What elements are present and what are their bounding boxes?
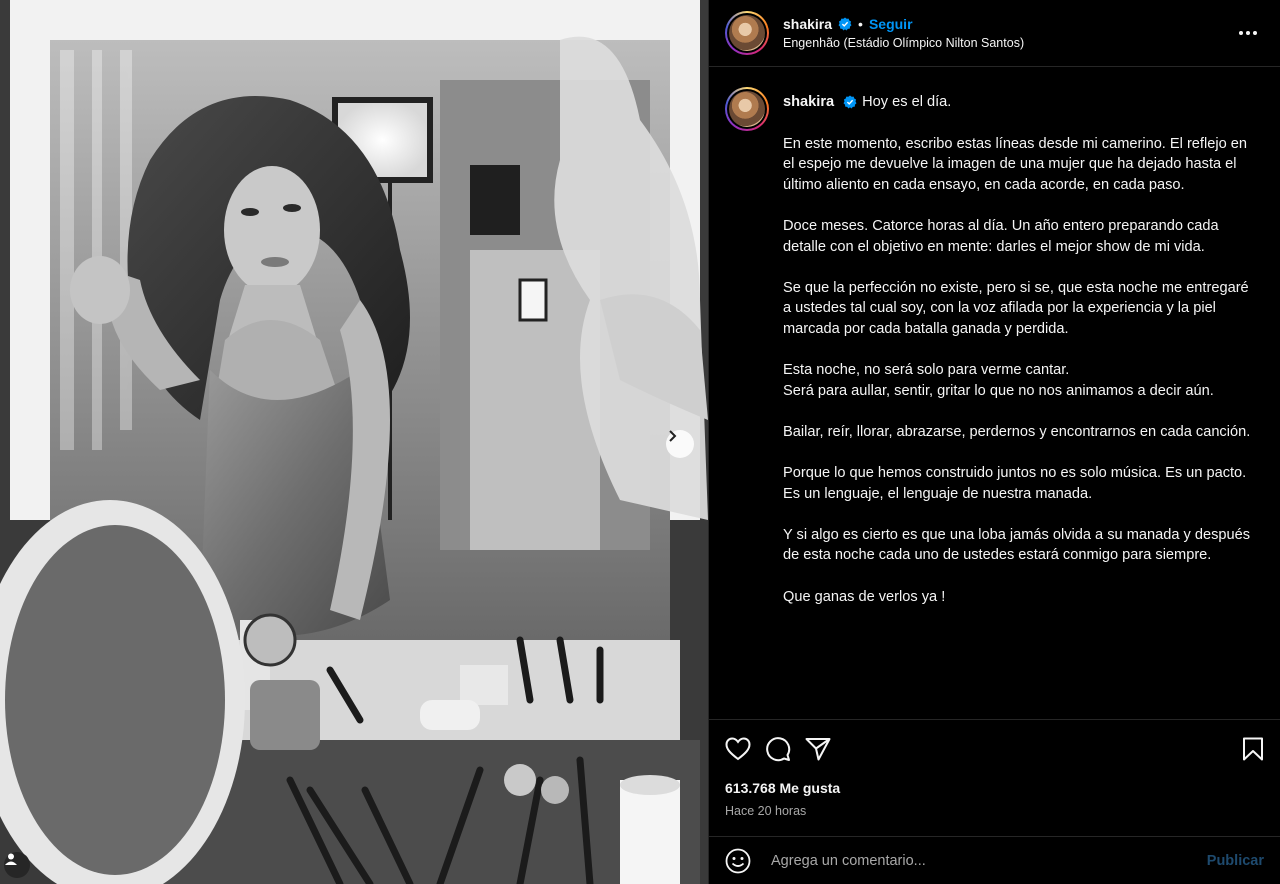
more-horizontal-icon bbox=[1239, 31, 1257, 35]
share-button[interactable] bbox=[805, 729, 845, 769]
user-icon bbox=[5, 853, 17, 865]
separator-dot: • bbox=[858, 16, 863, 32]
comment-icon bbox=[766, 737, 791, 762]
emoji-button[interactable] bbox=[725, 848, 757, 874]
caption-paragraph: Bailar, reír, llorar, abrazarse, perdern… bbox=[783, 423, 1251, 440]
publish-button[interactable]: Publicar bbox=[1207, 853, 1264, 869]
caption-title: Hoy es el día. bbox=[862, 94, 952, 110]
post-actions: 613.768 Me gusta Hace 20 horas bbox=[709, 719, 1280, 818]
like-button[interactable] bbox=[725, 729, 765, 769]
caption-paragraph: Se que la perfección no existe, pero si … bbox=[783, 279, 1249, 337]
more-options-button[interactable] bbox=[1232, 24, 1264, 42]
caption-username[interactable]: shakira bbox=[783, 92, 834, 113]
tagged-users-button[interactable] bbox=[4, 852, 30, 878]
caption-paragraph: En este momento, escribo estas líneas de… bbox=[783, 135, 1247, 193]
heart-icon bbox=[725, 737, 751, 761]
post-timestamp[interactable]: Hace 20 horas bbox=[725, 804, 1264, 818]
comment-input[interactable] bbox=[771, 852, 1207, 869]
verified-badge-icon bbox=[838, 17, 852, 31]
caption-paragraph: Doce meses. Catorce horas al día. Un año… bbox=[783, 217, 1219, 255]
save-button[interactable] bbox=[1224, 729, 1264, 769]
caption-avatar[interactable] bbox=[725, 87, 769, 131]
follow-button[interactable]: Seguir bbox=[869, 16, 913, 32]
caption-paragraph: Será para aullar, sentir, gritar lo que … bbox=[783, 382, 1214, 399]
comment-button[interactable] bbox=[765, 729, 805, 769]
post-side-panel: shakira • Seguir Engenhão (Estádio Olímp… bbox=[708, 0, 1280, 884]
caption-paragraph: Porque lo que hemos construido juntos no… bbox=[783, 465, 1247, 502]
mirror-photo-illustration bbox=[0, 0, 708, 884]
bookmark-icon bbox=[1243, 737, 1263, 761]
location-link[interactable]: Engenhão (Estádio Olímpico Nilton Santos… bbox=[783, 36, 1024, 50]
send-icon bbox=[805, 738, 831, 761]
emoji-icon bbox=[725, 848, 751, 873]
author-username[interactable]: shakira bbox=[783, 16, 832, 32]
next-slide-button[interactable] bbox=[666, 430, 694, 458]
avatar-image bbox=[729, 91, 765, 127]
caption-paragraph: Esta noche, no será solo para verme cant… bbox=[783, 362, 1070, 379]
avatar-image bbox=[729, 15, 765, 51]
verified-badge-icon bbox=[843, 95, 857, 109]
likes-count[interactable]: 613.768 Me gusta bbox=[725, 780, 1264, 796]
post-header: shakira • Seguir Engenhão (Estádio Olímp… bbox=[709, 0, 1280, 67]
caption-paragraph: Que ganas de verlos ya ! bbox=[783, 588, 946, 605]
post-photo[interactable] bbox=[0, 0, 708, 884]
avatar[interactable] bbox=[725, 11, 769, 55]
caption: shakira Hoy es el día. En este momento, … bbox=[725, 87, 1264, 607]
add-comment-bar: Publicar bbox=[709, 836, 1280, 884]
comments-section: shakira Hoy es el día. En este momento, … bbox=[709, 67, 1280, 719]
chevron-right-icon bbox=[669, 430, 677, 442]
caption-paragraph: Y si algo es cierto es que una loba jamá… bbox=[783, 526, 1251, 564]
